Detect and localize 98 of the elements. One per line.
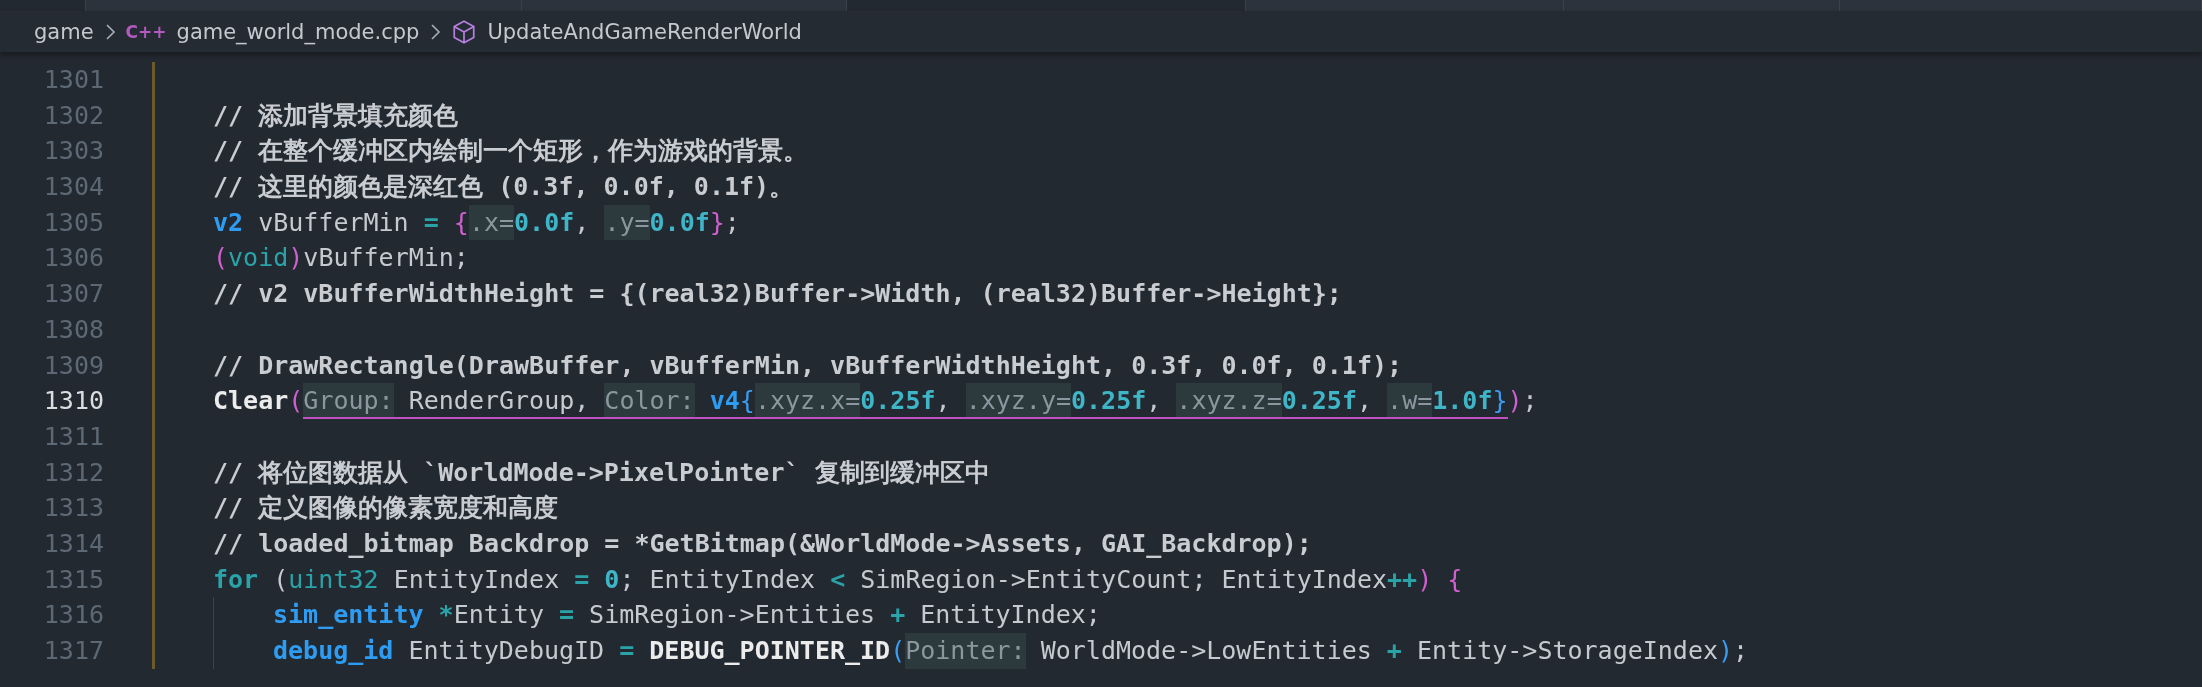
code-comment: // 添加背景填充颜色	[213, 99, 459, 132]
code-token: (	[272, 563, 289, 596]
line-number: 1317	[42, 635, 104, 667]
code-token: ,	[574, 206, 591, 239]
line-number: 1316	[42, 599, 104, 632]
code-comment: // v2 vBufferWidthHeight = {(real32)Buffer->Width, (real32)Buffer->Height};	[213, 278, 1342, 311]
code-token: (	[288, 385, 304, 418]
breadcrumb-item[interactable]: UpdateAndGameRenderWorld	[487, 19, 802, 44]
code-token: *	[437, 599, 454, 632]
line-number: 1306	[42, 242, 104, 275]
code-token: =	[423, 206, 440, 239]
code-token: sim_entity	[273, 599, 424, 632]
cpp-file-icon: C++	[125, 21, 167, 42]
code-token: SimRegion->EntityCount; EntityIndex	[859, 563, 1388, 596]
line-number: 1312	[42, 456, 104, 489]
code-token: =	[559, 599, 575, 632]
code-token: ++	[1387, 563, 1418, 596]
chevron-icon	[103, 22, 116, 41]
code-comment: // loaded_bitmap Backdrop = *GetBitmap(&WorldMode->Assets, GAI_Backdrop);	[213, 527, 1312, 560]
code-token: 0.25f	[1071, 383, 1147, 419]
code-token: (	[213, 242, 229, 275]
code-comment: // DrawRectangle(DrawBuffer, vBufferMin, vBufferWidthHeight, 0.3f, 0.0f, 0.1f);	[213, 349, 1403, 382]
code-token: 0.0f	[649, 206, 710, 239]
code-token: EntityIndex	[392, 563, 561, 596]
inlay-hint: .y=	[604, 204, 650, 241]
inlay-hint: .xyz.z=	[1176, 383, 1282, 419]
line-number: 1315	[42, 563, 104, 596]
code-token: for	[213, 563, 259, 596]
inlay-hint: Group:	[303, 383, 394, 419]
code-token: EntityDebugID	[407, 635, 606, 667]
code-token: {	[739, 383, 755, 419]
line-number: 1303	[42, 135, 104, 168]
code-comment: // 在整个缓冲区内绘制一个矩形，作为游戏的背景。	[213, 135, 809, 168]
code-token: vBufferMin	[257, 206, 410, 239]
code-token: EntityIndex;	[919, 599, 1101, 632]
line-number: 1308	[42, 313, 104, 346]
line-number: 1311	[42, 420, 104, 453]
chevron-icon	[429, 22, 442, 41]
code-token: ,	[1146, 383, 1177, 419]
code-token: Entity->StorageIndex	[1415, 635, 1718, 667]
inlay-hint: Color:	[604, 383, 695, 419]
code-token: }	[709, 206, 725, 239]
code-token: )	[1507, 385, 1523, 418]
code-token: {	[453, 206, 469, 239]
line-number: 1310	[42, 385, 104, 418]
code-token: =	[619, 635, 636, 667]
code-comment: // 定义图像的像素宽度和高度	[213, 492, 559, 525]
code-token: )	[1718, 635, 1734, 667]
code-token: v4	[694, 383, 740, 419]
code-token: ,	[1357, 383, 1388, 419]
code-token: 0	[604, 563, 620, 596]
code-token: WorldMode->LowEntities	[1039, 635, 1373, 667]
line-number: 1309	[42, 349, 104, 382]
line-number: 1305	[42, 206, 104, 239]
inlay-hint: .xyz.y=	[965, 383, 1071, 419]
code-token: {	[1446, 563, 1463, 596]
code-token: SimRegion->Entities	[588, 599, 877, 632]
code-token: ;	[1733, 635, 1749, 667]
breadcrumb-item[interactable]: game_world_mode.cpp	[176, 19, 420, 44]
inlay-hint: .w=	[1387, 383, 1433, 419]
code-token: ; EntityIndex	[619, 563, 817, 596]
line-number: 1301	[42, 64, 104, 96]
code-token: ,	[935, 383, 966, 419]
line-number: 1314	[42, 527, 104, 560]
code-token: 0.0f	[514, 206, 575, 239]
inlay-hint: .xyz.x=	[754, 383, 861, 419]
code-token: =	[574, 563, 591, 596]
code-token: +	[1386, 635, 1402, 667]
code-token: v2	[213, 206, 244, 239]
code-token: 0.25f	[860, 383, 936, 419]
code-token: vBufferMin;	[303, 242, 469, 275]
inlay-hint: .x=	[468, 204, 515, 241]
code-token: Clear	[213, 385, 289, 418]
code-token: 0.25f	[1281, 383, 1357, 419]
code-token: ;	[1522, 385, 1538, 418]
code-token: Entity	[453, 599, 545, 632]
code-token: ;	[724, 206, 740, 239]
code-token: 1.0f	[1432, 383, 1493, 419]
line-number: 1302	[42, 99, 104, 132]
code-token: +	[890, 599, 906, 632]
code-token: )	[288, 242, 304, 275]
code-token: uint32	[288, 563, 379, 596]
inlay-hint: Pointer:	[905, 633, 1026, 669]
code-comment: // 将位图数据从 `WorldMode->PixelPointer` 复制到缓冲区中	[213, 456, 990, 489]
code-token: )	[1417, 563, 1433, 596]
code-token: debug_id	[273, 635, 394, 667]
code-comment: // 这里的颜色是深红色 (0.3f, 0.0f, 0.1f)。	[213, 171, 795, 204]
cube-icon	[451, 18, 478, 45]
code-token: RenderGroup,	[393, 383, 605, 419]
code-token: }	[1492, 383, 1508, 419]
code-token: DEBUG_POINTER_ID	[649, 635, 891, 667]
breadcrumb-item[interactable]: game	[34, 19, 94, 44]
line-number: 1304	[42, 171, 104, 204]
code-token: void	[228, 242, 289, 275]
line-number: 1313	[42, 492, 104, 525]
code-token: <	[830, 563, 846, 596]
code-token: (	[890, 635, 906, 667]
line-number: 1307	[42, 278, 104, 311]
